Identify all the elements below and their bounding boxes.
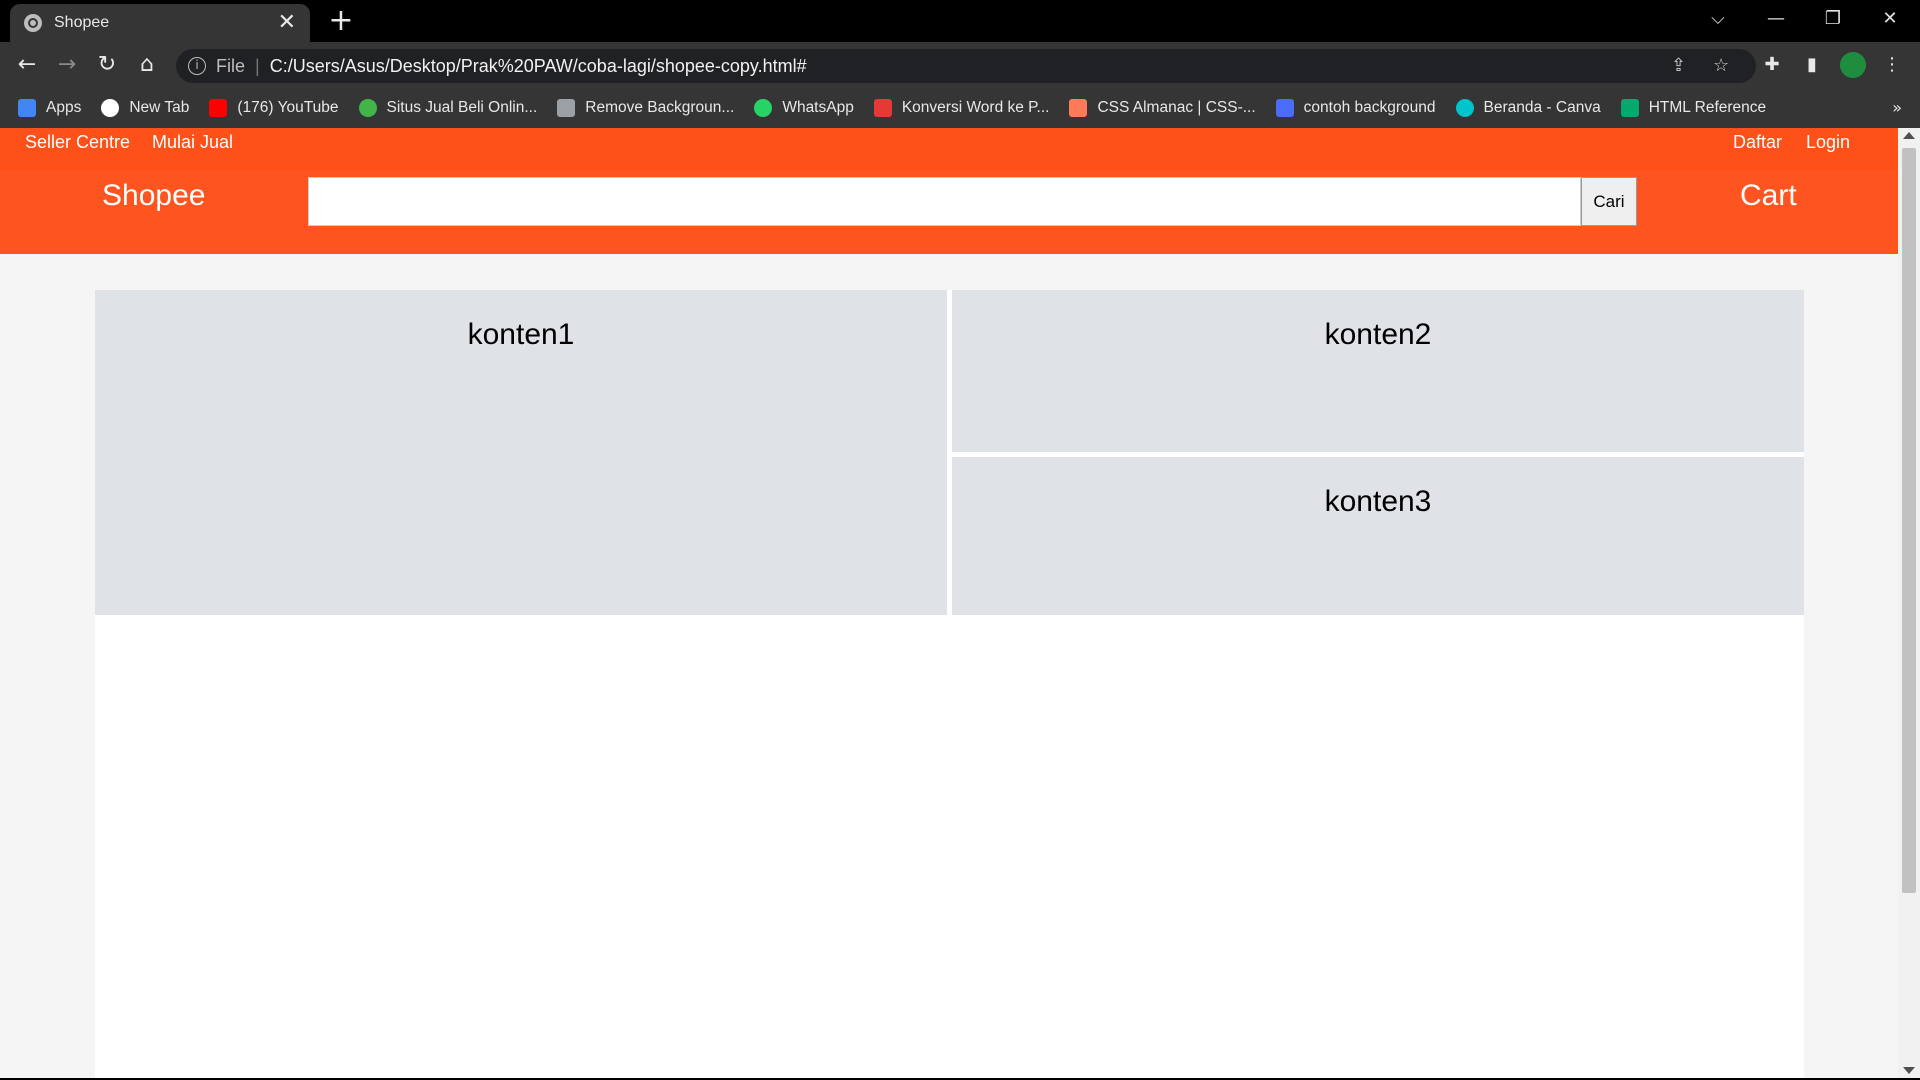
site-header: Seller Centre Mulai Jual Daftar Login Sh… [0, 128, 1898, 254]
scrollbar-thumb[interactable] [1902, 148, 1916, 893]
apps-grid-icon [18, 99, 36, 117]
back-button[interactable]: ← [11, 49, 43, 81]
bookmark-label: Konversi Word ke P... [901, 99, 1050, 116]
mulai-jual-link[interactable]: Mulai Jual [152, 128, 233, 157]
bookmark-label: Situs Jual Beli Onlin... [386, 99, 538, 116]
home-button[interactable]: ⌂ [131, 49, 163, 81]
globe-icon [24, 14, 42, 32]
bookmark-item[interactable]: CSS Almanac | CSS-... [1069, 99, 1256, 117]
bookmark-item[interactable]: contoh background [1275, 99, 1436, 117]
css-tricks-icon [1069, 99, 1088, 117]
minimize-button[interactable]: — [1748, 0, 1804, 38]
address-bar[interactable]: i File | C:/Users/Asus/Desktop/Prak%20PA… [176, 49, 1756, 83]
scheme-label: File [216, 55, 246, 76]
address-separator: | [255, 55, 260, 76]
url-text[interactable]: C:/Users/Asus/Desktop/Prak%20PAW/coba-la… [270, 56, 807, 77]
forward-button[interactable]: → [51, 49, 83, 81]
globe-icon [101, 99, 120, 117]
search-input[interactable] [308, 177, 1581, 226]
top-nav: Seller Centre Mulai Jual Daftar Login [0, 128, 1898, 170]
seller-centre-link[interactable]: Seller Centre [25, 128, 130, 157]
profile-avatar[interactable] [1840, 52, 1866, 78]
close-window-button[interactable]: ✕ [1862, 0, 1918, 38]
whatsapp-icon [754, 99, 773, 117]
bookmark-label: New Tab [129, 99, 190, 116]
bookmark-label: contoh background [1303, 99, 1436, 116]
bookmark-label: CSS Almanac | CSS-... [1097, 99, 1256, 116]
page-viewport: Seller Centre Mulai Jual Daftar Login Sh… [0, 128, 1898, 1078]
browser-tab-bar: Shopee ✕ + ⌵ — ❐ ✕ [0, 0, 1920, 42]
new-tab-button[interactable]: + [324, 4, 358, 38]
doc-icon [1275, 99, 1294, 117]
bookmark-item[interactable]: Apps [18, 99, 81, 117]
bookmarks-overflow-icon[interactable]: » [1892, 88, 1902, 128]
page-scrollbar[interactable] [1898, 128, 1920, 1078]
bookmark-item[interactable]: New Tab [101, 99, 189, 117]
daftar-link[interactable]: Daftar [1733, 128, 1782, 157]
canva-icon [1455, 99, 1474, 117]
bookmark-star-icon[interactable]: ☆ [1713, 49, 1729, 83]
content-container: konten1 konten2 konten3 [95, 290, 1804, 1078]
cart-link[interactable]: Cart [1740, 176, 1797, 216]
w3-icon [1620, 99, 1639, 117]
bookmark-item[interactable]: WhatsApp [754, 99, 854, 117]
tab-search-icon[interactable]: ⌵ [1690, 0, 1746, 38]
bookmark-item[interactable]: Beranda - Canva [1455, 99, 1601, 117]
content-box-1: konten1 [95, 290, 947, 615]
bookmark-item[interactable]: Remove Backgroun... [557, 99, 734, 117]
share-icon[interactable]: ⇪ [1671, 49, 1686, 83]
tab-title: Shopee [54, 14, 110, 31]
removebg-icon [557, 99, 576, 117]
youtube-icon [209, 99, 228, 117]
menu-icon[interactable]: ⋮ [1876, 49, 1908, 81]
restore-button[interactable]: ❐ [1805, 0, 1861, 38]
bookmark-label: HTML Reference [1648, 99, 1767, 116]
site-info-icon[interactable]: i [188, 57, 206, 75]
bookmark-label: Beranda - Canva [1483, 99, 1601, 116]
browser-tab[interactable]: Shopee ✕ [10, 4, 310, 42]
tokopedia-icon [358, 99, 377, 117]
content-box-3: konten3 [952, 457, 1804, 615]
close-tab-icon[interactable]: ✕ [278, 12, 296, 34]
reload-button[interactable]: ↻ [91, 49, 123, 81]
search-button[interactable]: Cari [1581, 177, 1637, 226]
bookmark-item[interactable]: (176) YouTube [209, 99, 339, 117]
bookmark-label: Remove Backgroun... [585, 99, 735, 116]
bookmark-item[interactable]: Konversi Word ke P... [873, 99, 1050, 117]
bookmark-label: Apps [46, 99, 82, 116]
bookmark-label: (176) YouTube [237, 99, 339, 116]
content-box-2: konten2 [952, 290, 1804, 452]
browser-toolbar: ← → ↻ ⌂ i File | C:/Users/Asus/Desktop/P… [0, 42, 1920, 88]
scroll-up-icon[interactable] [1903, 132, 1915, 139]
bookmarks-bar: Apps New Tab (176) YouTube Situs Jual Beli … [0, 88, 1920, 128]
login-link[interactable]: Login [1806, 128, 1850, 157]
extensions-icon[interactable]: ✚ [1756, 49, 1788, 81]
bookmark-item[interactable]: Situs Jual Beli Onlin... [358, 99, 538, 117]
bookmark-label: WhatsApp [782, 99, 854, 116]
site-logo[interactable]: Shopee [102, 176, 205, 216]
side-panel-icon[interactable]: ▮ [1796, 49, 1828, 81]
pdf-heart-icon [873, 99, 892, 117]
scroll-down-icon[interactable] [1903, 1067, 1915, 1074]
bookmark-item[interactable]: HTML Reference [1620, 99, 1767, 117]
